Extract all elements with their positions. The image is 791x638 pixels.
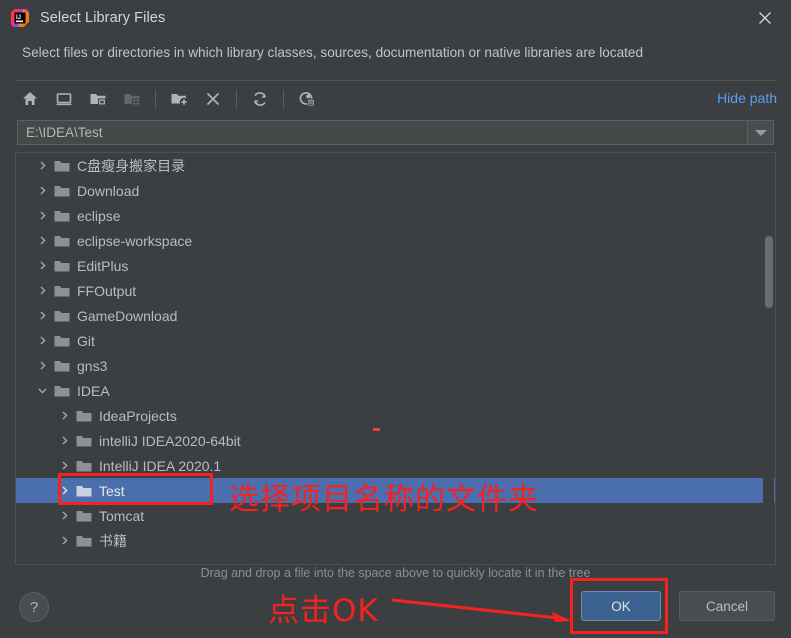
tree-row[interactable]: eclipse [16, 203, 775, 228]
dialog-description: Select files or directories in which lib… [22, 45, 644, 60]
file-tree-list: C盘瘦身搬家目录 Download eclipse eclipse-workspace… [16, 153, 775, 553]
close-icon[interactable] [753, 6, 777, 30]
annotation-text-click-ok: 点击OK [268, 593, 379, 629]
tree-row-label: intelliJ IDEA2020-64bit [99, 432, 241, 449]
annotation-arrow-icon [391, 598, 572, 622]
folder-icon [76, 534, 92, 548]
toolbar-separator-line [15, 80, 776, 81]
path-input[interactable]: E:\IDEA\Test [18, 125, 747, 140]
new-folder-icon[interactable] [164, 86, 194, 112]
tree-row-label: FFOutput [77, 282, 137, 299]
tree-row-label: 书籍 [99, 532, 127, 549]
folder-icon [54, 259, 70, 273]
folder-icon [54, 234, 70, 248]
folder-icon [54, 334, 70, 348]
title-bar: IJ Select Library Files [0, 0, 791, 36]
folder-icon [54, 159, 70, 173]
folder-icon [76, 459, 92, 473]
ok-button[interactable]: OK [581, 591, 661, 621]
scrollbar-thumb[interactable] [765, 236, 773, 308]
vertical-scrollbar[interactable] [763, 154, 774, 564]
folder-icon [76, 484, 92, 498]
folder-icon [54, 209, 70, 223]
tree-row-label: EditPlus [77, 257, 129, 274]
tree-row-label: eclipse [77, 207, 121, 224]
tree-row-label: gns3 [77, 357, 108, 374]
folder-icon [54, 359, 70, 373]
folder-icon [76, 409, 92, 423]
folder-icon [76, 434, 92, 448]
tree-row[interactable]: Test [16, 478, 775, 503]
tree-row-label: C盘瘦身搬家目录 [77, 157, 186, 174]
chevron-right-icon[interactable] [36, 309, 49, 322]
tree-row-label: Test [99, 482, 125, 499]
toolbar-divider-3 [283, 90, 284, 108]
tree-row-label: Tomcat [99, 507, 145, 524]
chevron-right-icon[interactable] [58, 459, 71, 472]
tree-row[interactable]: 书籍 [16, 528, 775, 553]
path-combo-box[interactable]: E:\IDEA\Test [17, 120, 774, 145]
folder-icon [54, 184, 70, 198]
toolbar [15, 82, 776, 116]
chevron-right-icon[interactable] [36, 159, 49, 172]
show-hidden-files-icon[interactable] [292, 86, 322, 112]
toolbar-divider-2 [236, 90, 237, 108]
chevron-right-icon[interactable] [58, 534, 71, 547]
chevron-right-icon[interactable] [36, 359, 49, 372]
tree-row[interactable]: GameDownload [16, 303, 775, 328]
chevron-right-icon[interactable] [36, 209, 49, 222]
tree-row-label: eclipse-workspace [77, 232, 193, 249]
folder-icon [54, 284, 70, 298]
tree-row[interactable]: eclipse-workspace [16, 228, 775, 253]
help-button[interactable]: ? [19, 592, 49, 622]
tree-row[interactable]: C盘瘦身搬家目录 [16, 153, 775, 178]
module-folder-icon [117, 86, 147, 112]
chevron-right-icon[interactable] [36, 234, 49, 247]
tree-row-label: Download [77, 182, 140, 199]
tree-row-label: GameDownload [77, 307, 178, 324]
chevron-right-icon[interactable] [36, 334, 49, 347]
folder-icon [54, 384, 70, 398]
folder-icon [76, 509, 92, 523]
tree-row[interactable]: FFOutput [16, 278, 775, 303]
window-title: Select Library Files [40, 10, 166, 26]
chevron-right-icon[interactable] [58, 409, 71, 422]
tree-row[interactable]: EditPlus [16, 253, 775, 278]
toolbar-divider-1 [155, 90, 156, 108]
tree-row[interactable]: IdeaProjects [16, 403, 775, 428]
chevron-right-icon[interactable] [58, 509, 71, 522]
delete-icon[interactable] [198, 86, 228, 112]
cancel-button[interactable]: Cancel [679, 591, 775, 621]
tree-row[interactable]: IntelliJ IDEA 2020.1 [16, 453, 775, 478]
chevron-down-icon[interactable] [36, 384, 49, 397]
refresh-icon[interactable] [245, 86, 275, 112]
home-icon[interactable] [15, 86, 45, 112]
tree-row[interactable]: Download [16, 178, 775, 203]
hide-path-link[interactable]: Hide path [717, 90, 777, 106]
chevron-right-icon[interactable] [36, 284, 49, 297]
tree-row-label: Git [77, 332, 95, 349]
svg-text:IJ: IJ [16, 15, 21, 21]
chevron-right-icon[interactable] [36, 184, 49, 197]
tree-row-label: IDEA [77, 382, 110, 399]
intellij-idea-logo-icon: IJ [10, 8, 30, 28]
select-library-files-dialog: IJ Select Library Files Select files or … [0, 0, 791, 638]
tree-row-label: IdeaProjects [99, 407, 177, 424]
chevron-right-icon[interactable] [36, 259, 49, 272]
tree-row-label: IntelliJ IDEA 2020.1 [99, 457, 222, 474]
file-tree-panel[interactable]: C盘瘦身搬家目录 Download eclipse eclipse-workspace… [15, 152, 776, 565]
desktop-icon[interactable] [49, 86, 79, 112]
drag-and-drop-hint: Drag and drop a file into the space abov… [200, 566, 591, 580]
caret-glyph [754, 129, 767, 136]
tree-row[interactable]: Git [16, 328, 775, 353]
chevron-right-icon[interactable] [58, 434, 71, 447]
tree-row[interactable]: gns3 [16, 353, 775, 378]
tree-row[interactable]: Tomcat [16, 503, 775, 528]
tree-row[interactable]: IDEA [16, 378, 775, 403]
chevron-down-icon[interactable] [747, 121, 773, 144]
project-folder-icon[interactable] [83, 86, 113, 112]
folder-icon [54, 309, 70, 323]
chevron-right-icon[interactable] [58, 484, 71, 497]
tree-row[interactable]: intelliJ IDEA2020-64bit [16, 428, 775, 453]
